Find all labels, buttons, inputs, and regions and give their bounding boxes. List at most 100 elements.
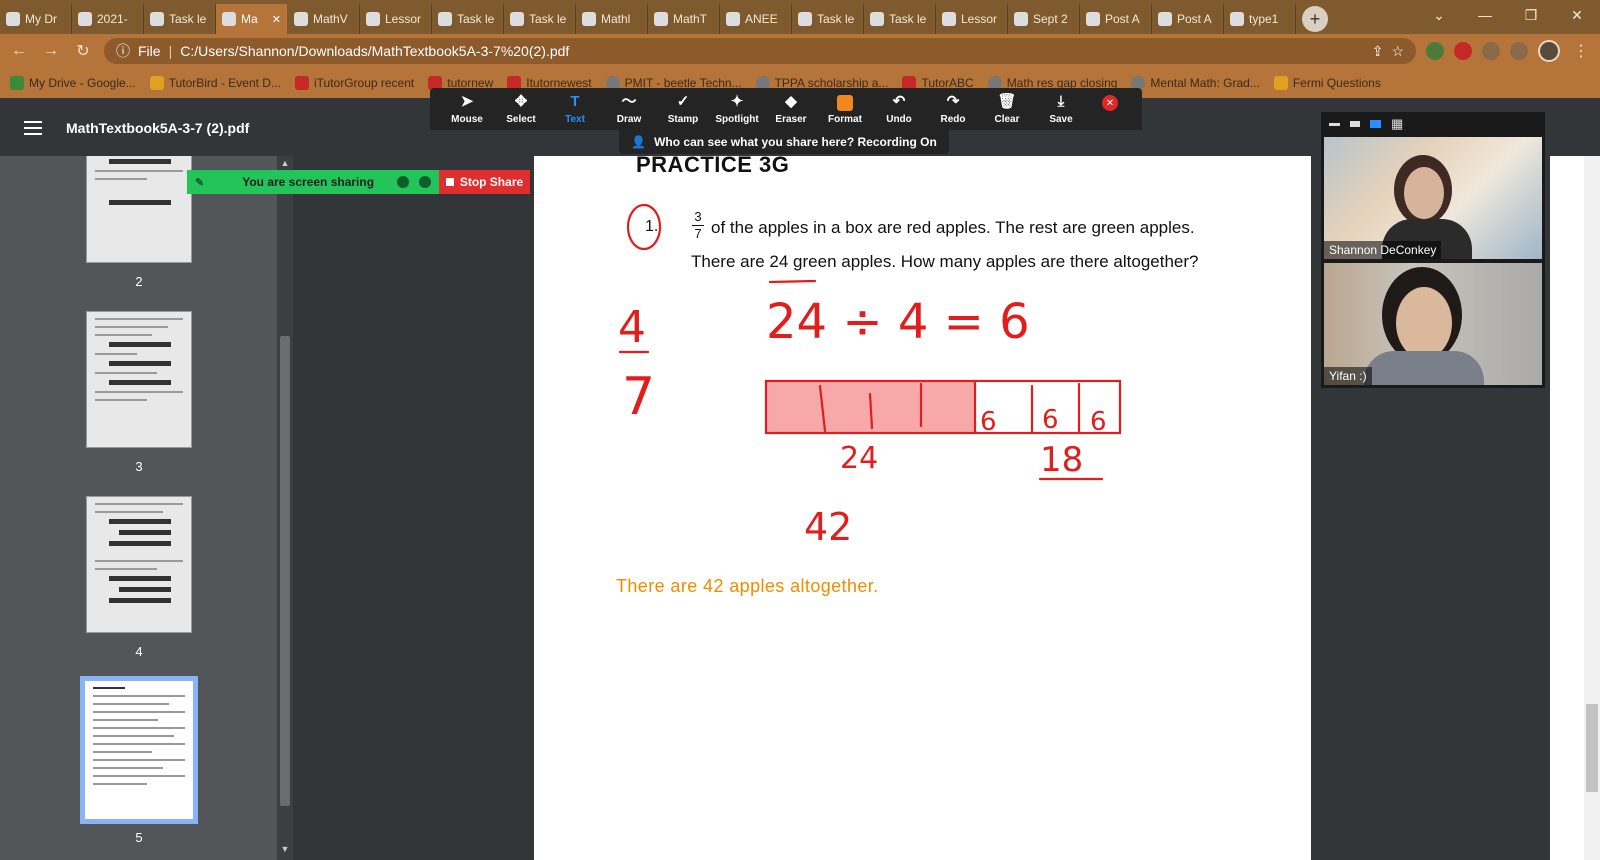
bookmark-item[interactable]: Mental Math: Grad... [1131,76,1260,90]
forward-icon[interactable]: → [40,42,62,60]
page-thumbnail[interactable] [86,496,192,633]
bookmark-label: iTutorGroup recent [313,76,415,90]
doc-icon [150,12,164,26]
browser-tab[interactable]: Post A [1080,4,1152,34]
tool-undo[interactable]: ↶ Undo [872,93,926,125]
doc-icon [438,12,452,26]
tool-text[interactable]: T Text [548,93,602,125]
hamburger-menu-icon[interactable] [24,121,42,135]
tool-stamp[interactable]: ✓ Stamp [656,93,710,125]
stop-share-label: Stop Share [459,175,524,189]
tool-save[interactable]: ⤓ Save [1034,93,1088,125]
browser-tab[interactable]: MathV [288,4,360,34]
hand-unit-label: 6 [1042,405,1059,435]
pdf-page: PRACTICE 3G 1. 3 7 of the apples in a bo… [534,152,1311,860]
gallery-view-icon[interactable]: ▦ [1391,116,1403,132]
new-tab-button[interactable]: + [1302,6,1328,32]
tool-redo[interactable]: ↷ Redo [926,93,980,125]
bookmark-item[interactable]: My Drive - Google... [10,76,136,90]
browser-tab[interactable]: Task le [504,4,576,34]
tab-label: ANEE [745,12,778,26]
browser-tab[interactable]: MathT [648,4,720,34]
page-thumbnail[interactable] [86,156,192,263]
browser-tab[interactable]: 2021- [72,4,144,34]
tool-eraser[interactable]: ◆ Eraser [764,93,818,125]
stop-share-button[interactable]: Stop Share [439,170,530,194]
tab-search-icon[interactable]: ⌄ [1416,0,1462,30]
google-drive-icon [6,12,20,26]
tab-label: Mathl [601,12,631,26]
sharing-indicator[interactable]: ✎ You are screen sharing [187,170,439,194]
browser-tab[interactable]: Lessor [936,4,1008,34]
browser-tab[interactable]: Mathl [576,4,648,34]
minimize-video-icon[interactable] [1329,122,1340,126]
browser-tab[interactable]: Sept 2 [1008,4,1080,34]
close-tab-icon[interactable]: ✕ [272,13,281,26]
bookmark-favicon-icon [10,76,24,90]
bookmark-favicon-icon [294,76,309,90]
hide-video-icon[interactable] [1350,121,1360,127]
browser-tab[interactable]: Task le [144,4,216,34]
bookmark-item[interactable]: TutorBird - Event D... [149,76,281,90]
doc-icon [798,12,812,26]
page-thumbnail-selected[interactable] [80,676,198,824]
participant-name: Shannon DeConkey [1324,241,1442,259]
browser-tab[interactable]: My Dr [0,4,72,34]
browser-tab[interactable]: Task le [432,4,504,34]
browser-tab[interactable]: type1 [1224,4,1296,34]
url-input[interactable]: ⓘ File | C:/Users/Shannon/Downloads/Math… [104,38,1416,64]
restore-icon[interactable]: ❐ [1508,0,1554,30]
video-tile[interactable]: Yifan :) [1324,263,1542,385]
browser-tab[interactable]: Lessor [360,4,432,34]
info-icon[interactable]: ⓘ [116,41,130,61]
bookmark-star-icon[interactable]: ☆ [1391,43,1404,60]
browser-tab[interactable]: Post A [1152,4,1224,34]
video-tile[interactable]: Shannon DeConkey [1324,137,1542,259]
zoom-icon [1158,12,1172,26]
browser-tab[interactable]: ANEE [720,4,792,34]
kebab-menu-icon[interactable]: ⋮ [1570,41,1592,61]
gallery-view-controls: ▦ [1321,112,1545,136]
extension-icon[interactable] [1482,42,1500,60]
speaker-view-icon[interactable] [1370,120,1381,128]
back-icon[interactable]: ← [8,42,30,60]
bookmark-item[interactable]: iTutorGroup recent [294,76,415,90]
minimize-icon[interactable]: — [1462,0,1508,30]
tool-draw[interactable]: 〜 Draw [602,93,656,125]
tab-label: Post A [1105,12,1140,26]
profile-avatar[interactable] [1538,40,1560,62]
bookmark-favicon-icon [149,76,164,90]
tool-select[interactable]: ✥ Select [494,93,548,125]
reload-icon[interactable]: ↻ [72,41,94,61]
page-scrollbar[interactable] [1550,156,1600,860]
tool-label: Undo [886,114,912,125]
ublock-icon[interactable] [1454,42,1472,60]
tab-label: Task le [889,12,927,26]
browser-tab[interactable]: Task le [864,4,936,34]
tab-label: Sept 2 [1033,12,1068,26]
tool-label: Eraser [775,114,807,125]
tool-clear[interactable]: 🗑 Clear [980,93,1034,125]
bookmark-item[interactable]: Fermi Questions [1273,76,1381,90]
pin-icon: ✎ [195,176,205,189]
extension-icon[interactable] [1426,42,1444,60]
recording-notice[interactable]: 👤 Who can see what you share here? Recor… [619,130,949,154]
page-thumbnail[interactable] [86,311,192,448]
shield-icon [419,176,431,188]
close-window-icon[interactable]: ✕ [1554,0,1600,30]
sidebar-scrollbar[interactable]: ▲ ▼ [277,156,293,860]
trash-icon: 🗑 [997,93,1017,110]
tool-mouse[interactable]: ➤ Mouse [440,93,494,125]
tab-label: type1 [1249,12,1279,26]
thumbnail-sidebar: 2 3 4 5 [0,156,277,860]
tool-spotlight[interactable]: ✦ Spotlight [710,93,764,125]
close-toolbar-icon[interactable]: ✕ [1102,95,1118,111]
tool-label: Mouse [451,114,483,125]
browser-tab[interactable]: Task le [792,4,864,34]
share-icon[interactable]: ⇪ [1372,43,1384,60]
tool-label: Stamp [667,114,699,125]
tab-strip: My Dr 2021- Task le Ma ✕ MathV Lessor Task le Ta… [0,0,1600,34]
puzzle-icon[interactable] [1510,42,1528,60]
tool-format[interactable]: Format [818,94,872,125]
browser-tab[interactable]: Ma ✕ [216,4,288,34]
